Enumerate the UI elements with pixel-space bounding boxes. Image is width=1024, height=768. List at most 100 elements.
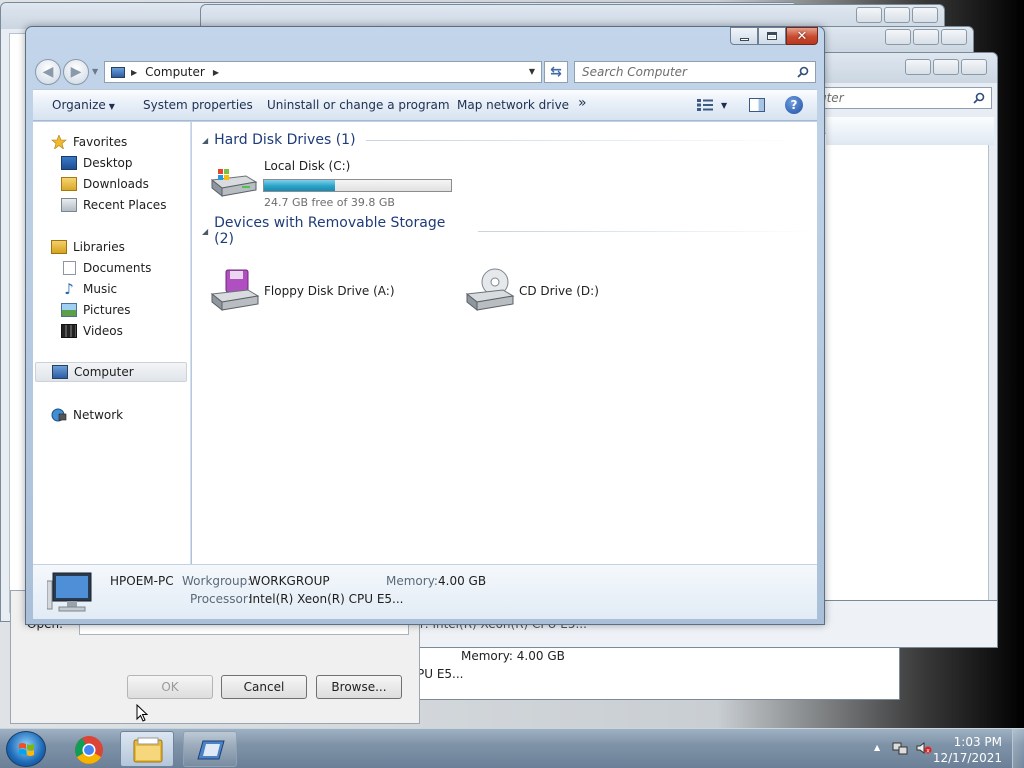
processor-value: Intel(R) Xeon(R) CPU E5... (249, 592, 404, 606)
local-disk-usage-bar (263, 179, 452, 192)
hard-drive-icon (210, 169, 258, 198)
clock-date[interactable]: 12/17/2021 (933, 751, 1002, 765)
group-removable-label: Devices with Removable Storage (2) (214, 215, 446, 247)
breadcrumb-computer[interactable]: Computer (145, 65, 205, 79)
nav-computer-label: Computer (74, 365, 134, 379)
taskbar-explorer[interactable] (120, 731, 174, 767)
chrome-icon (75, 736, 103, 764)
collapse-triangle-icon: ◢ (202, 135, 209, 145)
nav-downloads-label: Downloads (83, 177, 149, 191)
explorer-window: ✕ ◀ ▶ ▼ ▶ Computer ▶ ▼ ⇆ Organize▼ Syste… (25, 26, 825, 625)
back-button[interactable]: ◀ (35, 59, 61, 85)
refresh-button[interactable]: ⇆ (544, 61, 568, 83)
content-pane: ◢ Hard Disk Drives (1) Local Disk (C:) 2… (192, 122, 817, 564)
nav-libraries-label: Libraries (73, 240, 125, 254)
downloads-icon (61, 177, 77, 191)
computer-icon (111, 66, 125, 78)
svg-text:x: x (926, 748, 930, 755)
local-disk-free-space: 24.7 GB free of 39.8 GB (264, 196, 395, 209)
change-view-icon[interactable] (696, 98, 714, 112)
address-bar[interactable]: ▶ Computer ▶ ▼ (104, 61, 542, 83)
volume-muted-icon[interactable]: x (916, 741, 932, 755)
breadcrumb-arrow-icon[interactable]: ▶ (213, 68, 219, 77)
computer-name: HPOEM-PC (110, 574, 174, 588)
local-disk-usage-fill (264, 180, 336, 191)
nav-network[interactable]: Network (51, 405, 207, 425)
command-bar: Organize ▼ System properties Uninstall or… (33, 89, 817, 121)
computer-icon (52, 365, 68, 379)
ok-button[interactable]: OK (127, 675, 213, 699)
navigation-pane: Favorites Desktop Downloads Recent Place… (33, 122, 191, 564)
recent-pages-dropdown-icon[interactable]: ▼ (92, 67, 98, 76)
system-properties-button[interactable]: System properties (143, 98, 253, 112)
more-commands-button[interactable]: » (578, 95, 587, 111)
videos-icon (61, 324, 77, 338)
collapse-triangle-icon: ◢ (202, 226, 209, 236)
back-arrow-icon: ◀ (42, 64, 54, 80)
show-desktop-button[interactable] (1012, 729, 1024, 768)
nav-music-label: Music (83, 282, 118, 296)
nav-favorites-label: Favorites (73, 135, 128, 149)
nav-favorites[interactable]: Favorites (51, 132, 207, 152)
folder-icon (133, 737, 163, 763)
recent-places-icon (61, 198, 77, 212)
windows-logo-icon (19, 743, 34, 756)
workgroup-value: WORKGROUP (249, 574, 330, 588)
taskbar-chrome[interactable] (62, 731, 116, 767)
local-disk-name[interactable]: Local Disk (C:) (264, 159, 350, 173)
pictures-icon (61, 303, 77, 317)
help-icon[interactable]: ? (785, 96, 803, 114)
organize-label: Organize (52, 98, 106, 112)
cancel-button[interactable]: Cancel (221, 675, 307, 699)
network-status-icon[interactable] (892, 741, 908, 755)
background-pu: PU E5... (417, 667, 464, 681)
show-hidden-icons-icon[interactable]: ▲ (874, 743, 880, 752)
close-button[interactable]: ✕ (786, 27, 818, 45)
window-controls: ✕ (730, 27, 818, 45)
organize-button[interactable]: Organize ▼ (52, 98, 115, 112)
star-icon (51, 135, 67, 149)
nav-pictures-label: Pictures (83, 303, 131, 317)
minimize-button[interactable] (730, 27, 758, 45)
nav-videos-label: Videos (83, 324, 123, 338)
taskbar: ▲ x 1:03 PM 12/17/2021 (0, 728, 1024, 768)
breadcrumb-separator-icon[interactable]: ▶ (131, 68, 137, 77)
system-tray: ▲ x 1:03 PM 12/17/2021 (864, 729, 1024, 768)
start-button[interactable] (6, 731, 46, 767)
libraries-icon (51, 240, 67, 254)
group-header-removable[interactable]: ◢ Devices with Removable Storage (2) (202, 215, 817, 247)
refresh-icon: ⇆ (550, 64, 562, 80)
floppy-drive-icon (210, 269, 260, 312)
search-icon (973, 92, 985, 104)
mouse-cursor-icon (136, 704, 148, 722)
uninstall-program-button[interactable]: Uninstall or change a program (267, 98, 450, 112)
view-options-dropdown-icon[interactable]: ▼ (721, 101, 727, 110)
forward-button[interactable]: ▶ (63, 59, 89, 85)
browse-button[interactable]: Browse... (316, 675, 402, 699)
documents-icon (63, 261, 76, 275)
clock-time[interactable]: 1:03 PM (954, 735, 1002, 749)
remote-desktop-icon (197, 740, 225, 760)
nav-computer[interactable]: Computer (35, 362, 187, 382)
map-network-drive-button[interactable]: Map network drive (457, 98, 569, 112)
close-icon: ✕ (796, 28, 808, 44)
preview-pane-icon[interactable] (749, 98, 765, 112)
address-dropdown-icon[interactable]: ▼ (529, 67, 535, 76)
memory-value: 4.00 GB (438, 574, 487, 588)
maximize-icon (767, 32, 777, 40)
music-icon: ♪ (64, 280, 74, 298)
maximize-button[interactable] (758, 27, 786, 45)
nav-libraries[interactable]: Libraries (51, 237, 207, 257)
taskbar-remote-app[interactable] (183, 731, 237, 767)
search-box[interactable] (574, 61, 816, 83)
nav-recent-label: Recent Places (83, 198, 167, 212)
search-input[interactable] (575, 62, 785, 82)
computer-monitor-icon (47, 572, 92, 612)
search-icon[interactable] (797, 66, 809, 78)
floppy-drive-name[interactable]: Floppy Disk Drive (A:) (264, 284, 395, 298)
group-header-hard-disk[interactable]: ◢ Hard Disk Drives (1) (202, 132, 806, 148)
workgroup-label: Workgroup: (182, 574, 252, 588)
cd-drive-name[interactable]: CD Drive (D:) (519, 284, 599, 298)
minimize-icon (739, 37, 749, 41)
chevron-down-icon: ▼ (108, 102, 115, 111)
